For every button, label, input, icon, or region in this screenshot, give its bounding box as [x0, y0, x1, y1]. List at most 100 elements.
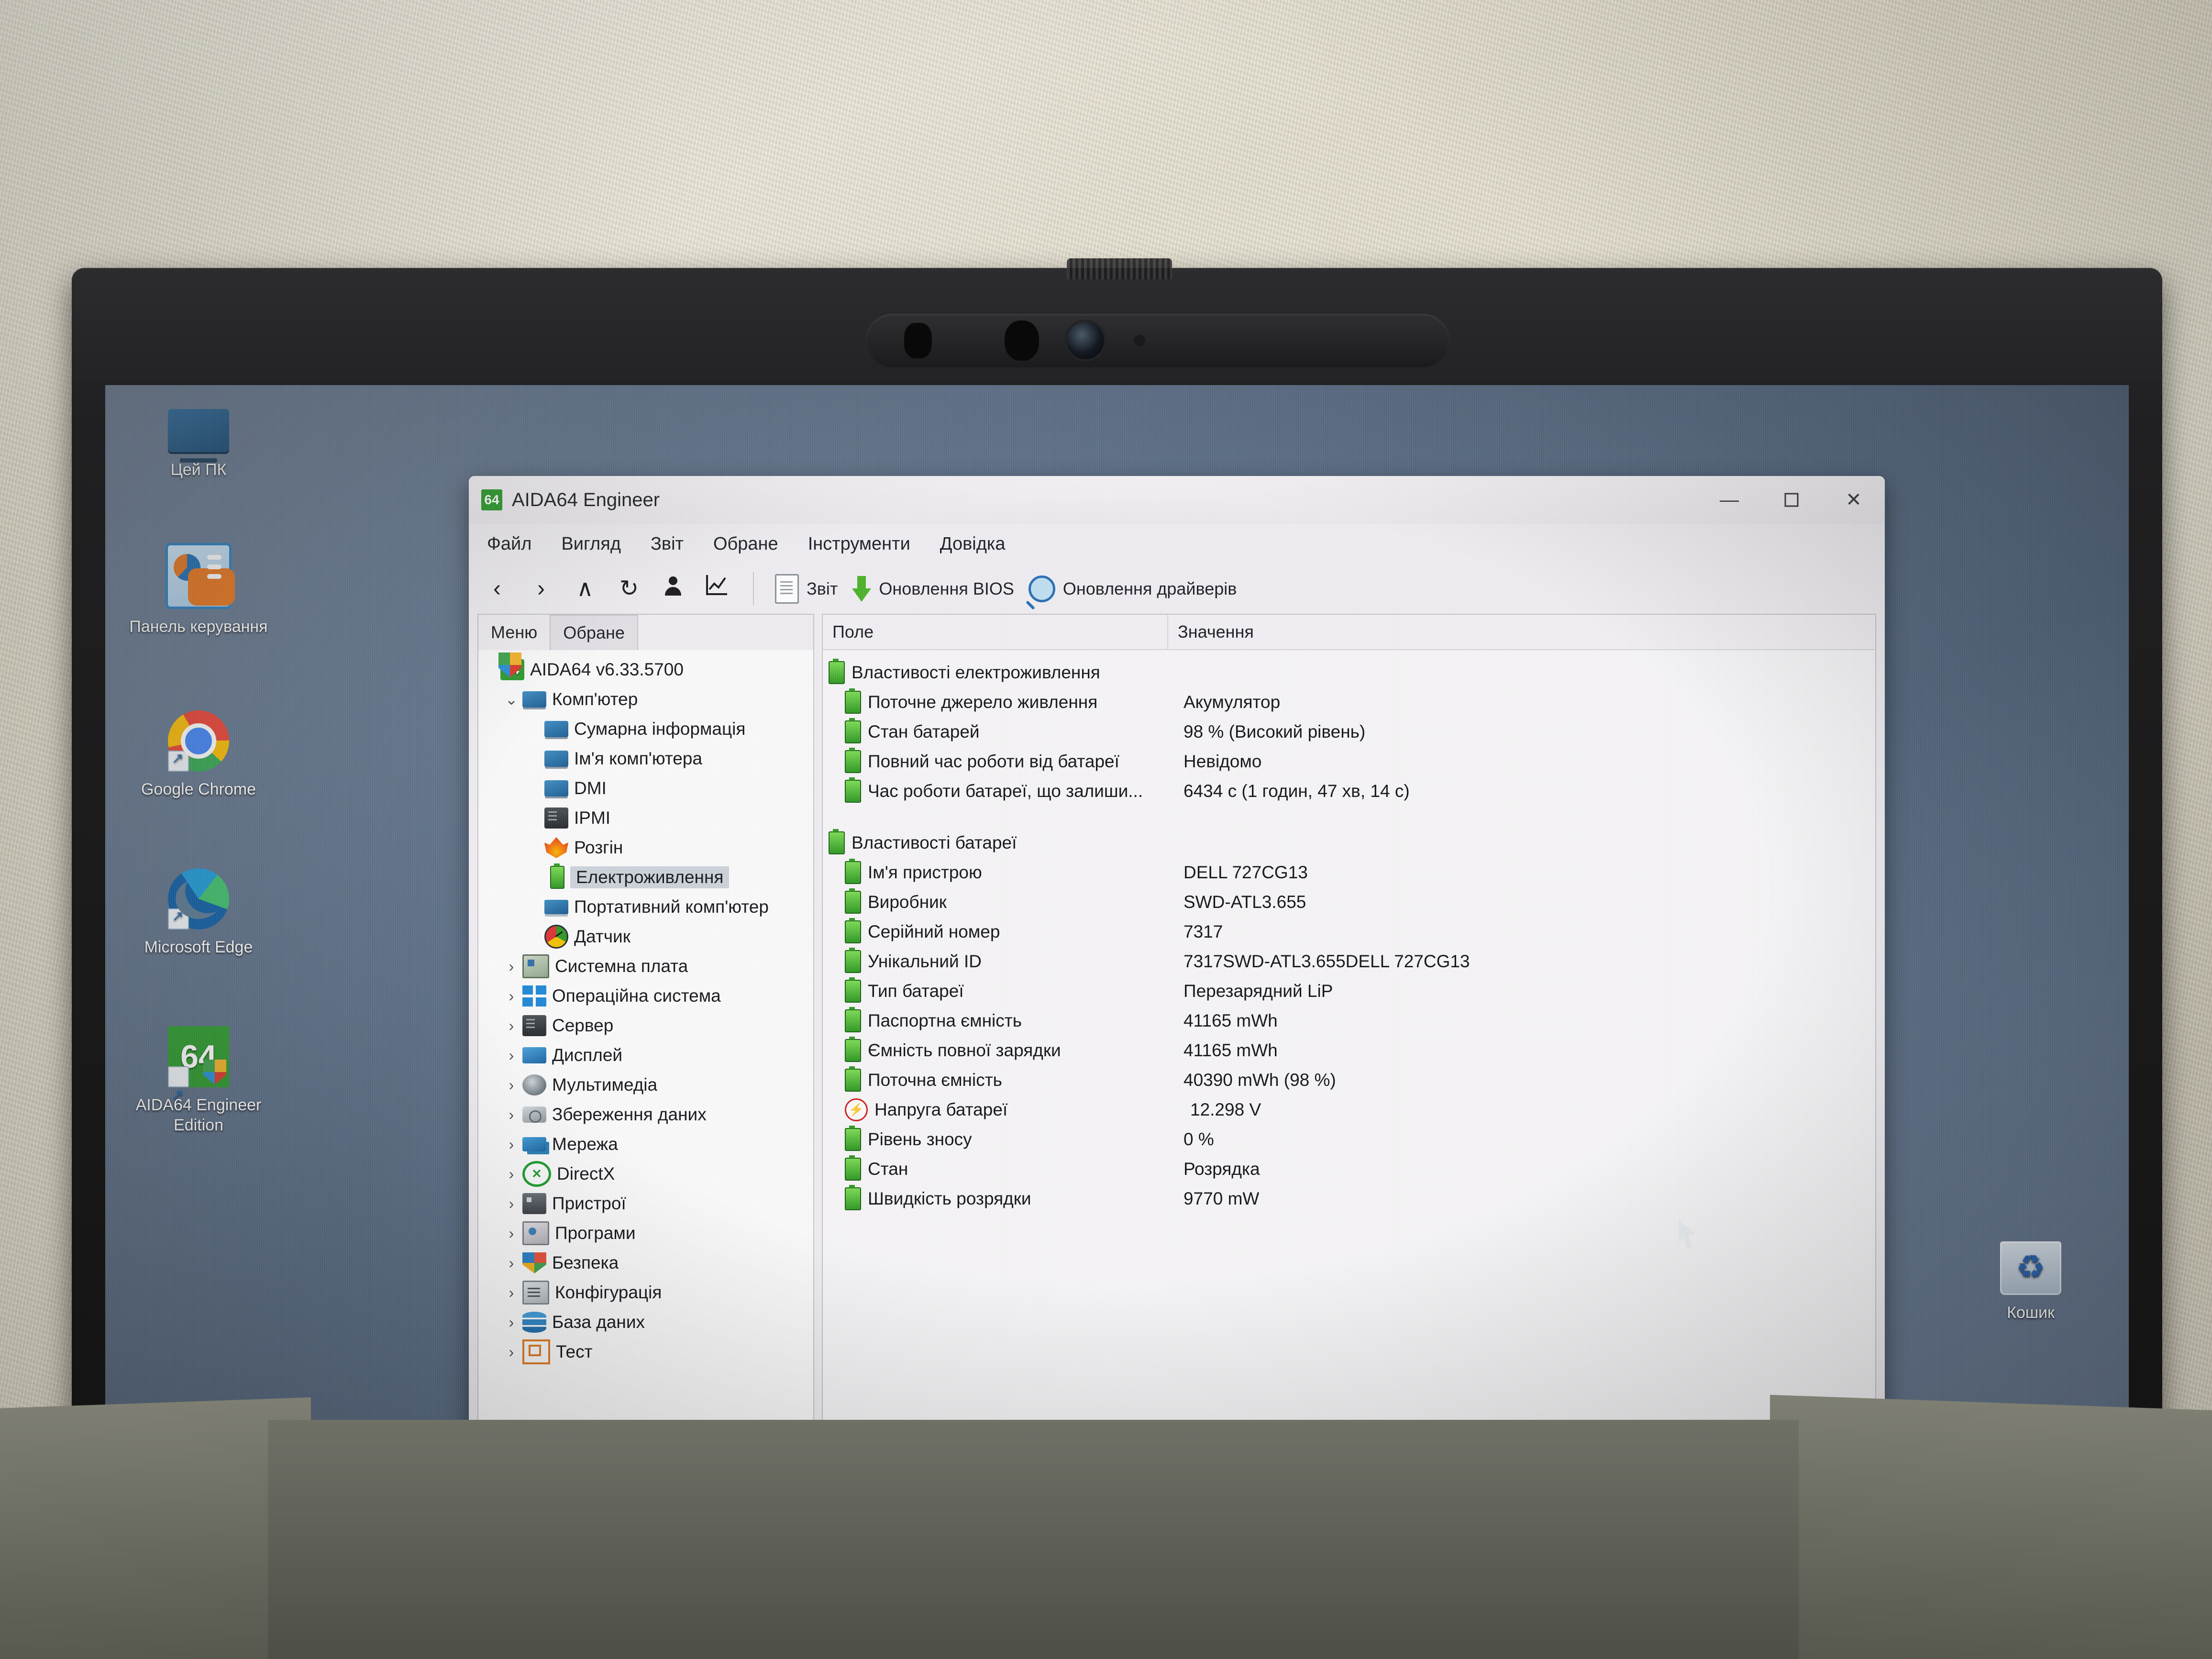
tree-item-dmi[interactable]: DMI — [478, 774, 813, 803]
tree-item-storage[interactable]: › Збереження даних — [478, 1100, 813, 1129]
chevron-icon[interactable]: › — [500, 1195, 522, 1213]
window-title-bar[interactable]: 64 AIDA64 Engineer — ✕ — [469, 476, 1885, 524]
battery-icon — [845, 748, 861, 773]
desktop-icon-chrome[interactable]: Google Chrome — [129, 710, 268, 799]
menu-item-favorites[interactable]: Обране — [709, 531, 782, 557]
bios-update-button[interactable]: Оновлення BIOS — [852, 576, 1014, 602]
chevron-icon[interactable]: › — [500, 1314, 522, 1331]
property-row[interactable]: Ім'я пристрою DELL 727CG13 — [823, 858, 1875, 887]
minimize-button[interactable]: — — [1698, 476, 1760, 524]
driver-update-button[interactable]: Оновлення драйверів — [1028, 575, 1237, 602]
tree-item-label: DMI — [574, 778, 607, 798]
battery-icon — [845, 777, 861, 803]
tree-item-overclock[interactable]: Розгін — [478, 833, 813, 863]
tree-item-summary[interactable]: Сумарна інформація — [478, 714, 813, 744]
chevron-icon[interactable]: › — [500, 1136, 522, 1153]
property-row[interactable]: Поточна ємність 40390 mWh (98 %) — [823, 1065, 1875, 1095]
chevron-icon[interactable]: › — [500, 1106, 522, 1124]
tree-item-server[interactable]: › Сервер — [478, 1011, 813, 1040]
chevron-icon[interactable]: › — [500, 1254, 522, 1272]
property-value: 0 % — [1183, 1129, 1214, 1149]
close-button[interactable]: ✕ — [1823, 476, 1885, 524]
tree-item-motherboard[interactable]: › Системна плата — [478, 951, 813, 981]
property-row[interactable]: Стан батарей 98 % (Високий рівень) — [823, 717, 1875, 747]
desktop-icon-this-pc[interactable]: Цей ПК — [129, 409, 268, 480]
desktop-icon-aida64[interactable]: 64 AIDA64 Engineer Edition — [129, 1026, 268, 1135]
desktop-icon-label: Цей ПК — [170, 461, 227, 479]
up-icon[interactable]: ∧ — [570, 574, 600, 604]
shortcut-arrow-icon — [168, 749, 189, 772]
desktop-icon-control-panel[interactable]: Панель керування — [129, 543, 268, 637]
column-header-value[interactable]: Значення — [1168, 615, 1875, 649]
chevron-icon[interactable]: › — [500, 1076, 522, 1094]
tree-item-test[interactable]: › Тест — [478, 1337, 813, 1367]
property-row[interactable]: Стан Розрядка — [823, 1154, 1875, 1184]
tree-item-multimedia[interactable]: › Мультимедіа — [478, 1070, 813, 1100]
chevron-icon[interactable]: › — [500, 987, 522, 1005]
property-group-row[interactable]: Властивості електроживлення — [823, 658, 1875, 687]
menu-item-help[interactable]: Довідка — [936, 531, 1009, 557]
property-row[interactable]: Ємність повної зарядки 41165 mWh — [823, 1036, 1875, 1065]
tree-item-ipmi[interactable]: IPMI — [478, 803, 813, 833]
property-row[interactable]: Тип батареї Перезарядний LiP — [823, 976, 1875, 1006]
property-group-row[interactable]: Властивості батареї — [823, 828, 1875, 858]
property-row[interactable]: Унікальний ID 7317SWD-ATL3.655DELL 727CG1… — [823, 947, 1875, 976]
property-row[interactable]: Рівень зносу 0 % — [823, 1125, 1875, 1154]
tab-menu[interactable]: Меню — [478, 615, 550, 650]
property-row[interactable]: Паспортна ємність 41165 mWh — [823, 1006, 1875, 1036]
tree-item-sensor[interactable]: Датчик — [478, 922, 813, 951]
tree-item-network[interactable]: › Мережа — [478, 1129, 813, 1159]
property-row[interactable]: Поточне джерело живлення Акумулятор — [823, 687, 1875, 717]
tree-item-label: Електроживлення — [570, 866, 730, 888]
chevron-icon[interactable]: › — [500, 1165, 522, 1183]
menu-item-tools[interactable]: Інструменти — [804, 531, 914, 557]
desktop-icon-edge[interactable]: Microsoft Edge — [129, 868, 268, 957]
tree-item-computer[interactable]: ⌄ Комп'ютер — [478, 685, 813, 714]
tree-item-database[interactable]: › База даних — [478, 1307, 813, 1337]
tree-item-display[interactable]: › Дисплей — [478, 1040, 813, 1070]
chevron-icon[interactable]: › — [500, 1225, 522, 1242]
chevron-icon[interactable]: › — [500, 958, 522, 975]
refresh-icon[interactable]: ↻ — [614, 574, 644, 604]
chart-icon[interactable] — [702, 573, 732, 605]
tree-item-aida64[interactable]: 64 AIDA64 v6.33.5700 — [478, 655, 813, 685]
tree-tabs: Меню Обране — [478, 615, 813, 650]
display-icon — [522, 1047, 546, 1063]
tab-favorites[interactable]: Обране — [550, 615, 638, 650]
tree-item-security[interactable]: › Безпека — [478, 1248, 813, 1278]
property-row[interactable]: Час роботи батареї, що залиши... 6434 c (… — [823, 776, 1875, 806]
property-row[interactable]: Серійний номер 7317 — [823, 917, 1875, 947]
tree-item-windows[interactable]: › Операційна система — [478, 981, 813, 1011]
tree-item-computer-name[interactable]: Ім'я комп'ютера — [478, 744, 813, 774]
summary-icon — [544, 721, 568, 737]
chevron-icon[interactable]: ⌄ — [500, 690, 522, 708]
maximize-button[interactable] — [1760, 476, 1823, 524]
property-row[interactable]: Напруга батареї 12.298 V — [823, 1095, 1875, 1125]
forward-icon[interactable]: › — [526, 574, 556, 604]
property-value: 40390 mWh (98 %) — [1183, 1070, 1336, 1090]
tree-item-configuration[interactable]: › Конфігурація — [478, 1278, 813, 1307]
menu-item-report[interactable]: Звіт — [647, 531, 687, 557]
tree-item-power[interactable]: Електроживлення — [478, 863, 813, 892]
tree-item-programs[interactable]: › Програми — [478, 1218, 813, 1248]
property-field: Тип батареї — [868, 981, 964, 1001]
column-headers: Поле Значення — [823, 615, 1875, 650]
property-row[interactable]: Швидкість розрядки 9770 mW — [823, 1184, 1875, 1214]
chevron-icon[interactable]: › — [500, 1284, 522, 1302]
chevron-icon[interactable]: › — [500, 1017, 522, 1035]
property-row[interactable]: Повний час роботи від батареї Невідомо — [823, 747, 1875, 776]
menu-item-view[interactable]: Вигляд — [557, 531, 625, 557]
report-button[interactable]: Звіт — [775, 574, 838, 604]
menu-item-file[interactable]: Файл — [483, 531, 535, 557]
tree-item-devices[interactable]: › Пристрої — [478, 1189, 813, 1218]
tree-item-laptop[interactable]: Портативний комп'ютер — [478, 892, 813, 922]
chevron-icon[interactable]: › — [500, 1343, 522, 1361]
property-row[interactable]: Виробник SWD-ATL3.655 — [823, 887, 1875, 917]
back-icon[interactable]: ‹ — [482, 574, 512, 604]
column-header-field[interactable]: Поле — [823, 615, 1168, 649]
tree-item-directx[interactable]: › DirectX — [478, 1159, 813, 1189]
desktop-icon-recycle-bin[interactable]: Кошик — [1961, 1241, 2100, 1323]
download-arrow-icon — [852, 576, 872, 602]
chevron-icon[interactable]: › — [500, 1047, 522, 1064]
user-icon[interactable] — [658, 574, 688, 604]
